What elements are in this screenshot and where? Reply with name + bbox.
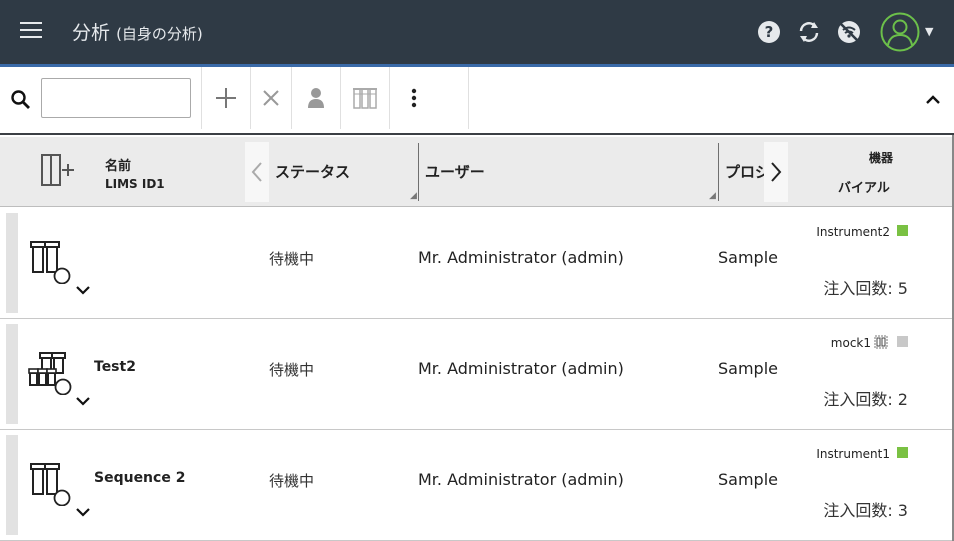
help-icon[interactable]: ? — [757, 20, 781, 44]
add-icon — [216, 88, 236, 108]
instrument-status-indicator — [897, 447, 908, 458]
col-header-process[interactable]: プロジ — [725, 161, 765, 182]
column-chooser-icon[interactable] — [40, 153, 76, 187]
page-title: 分析 (自身の分析) — [72, 18, 203, 45]
chevron-down-icon[interactable] — [75, 395, 91, 407]
row-injection-count: 注入回数: 2 — [823, 390, 908, 409]
toolbar-divider — [468, 67, 469, 129]
vial-icon — [30, 241, 71, 284]
assign-user-button[interactable] — [292, 67, 340, 129]
row-process: Sample — [718, 470, 778, 489]
avatar-caret-icon[interactable]: ▼ — [925, 25, 933, 38]
chevron-right-icon — [771, 162, 782, 182]
chevron-up-icon[interactable] — [922, 89, 944, 111]
col-header-name[interactable]: 名前 — [105, 155, 131, 174]
row-injection-count: 注入回数: 5 — [823, 279, 908, 298]
vial-icon — [30, 463, 71, 506]
page-title-main: 分析 — [72, 22, 111, 44]
table-row[interactable]: Sequence 2 待機中 Mr. Administrator (admin)… — [0, 430, 954, 541]
row-process: Sample — [718, 248, 778, 267]
more-options-button[interactable] — [390, 67, 438, 129]
more-vertical-icon — [411, 88, 417, 108]
svg-text:?: ? — [765, 23, 774, 41]
col-resize-handle[interactable]: ◢ — [709, 191, 716, 201]
close-icon — [263, 90, 279, 106]
vials-icon — [353, 88, 377, 109]
table-row[interactable]: Test2 待機中 Mr. Administrator (admin) Samp… — [0, 319, 954, 430]
row-user: Mr. Administrator (admin) — [418, 359, 624, 378]
row-drag-handle[interactable] — [6, 213, 18, 313]
row-status: 待機中 — [269, 472, 315, 490]
search-icon — [11, 90, 30, 109]
col-header-instrument[interactable]: 機器 — [869, 149, 893, 166]
chevron-down-icon[interactable] — [75, 284, 91, 296]
refresh-icon[interactable] — [797, 20, 821, 44]
row-instrument: mock1 — [830, 336, 871, 350]
row-status: 待機中 — [269, 361, 315, 379]
row-drag-handle[interactable] — [6, 324, 18, 424]
chevron-down-icon[interactable] — [75, 506, 91, 518]
col-header-vial[interactable]: バイアル — [838, 177, 890, 196]
row-name: Test2 — [94, 359, 136, 375]
vials-icon — [874, 335, 888, 349]
row-instrument: Instrument2 — [816, 225, 890, 239]
delete-button[interactable] — [251, 67, 291, 129]
page-title-sub: (自身の分析) — [116, 25, 203, 43]
col-header-status[interactable]: ステータス — [275, 161, 350, 182]
search-input[interactable] — [41, 78, 191, 118]
row-drag-handle[interactable] — [6, 435, 18, 535]
instrument-status-indicator — [897, 225, 908, 236]
table-header: 名前 LIMS ID1 ステータス ◢ ユーザー ◢ プロジ 機器 バイアル — [0, 137, 954, 207]
row-process: Sample — [718, 359, 778, 378]
row-injection-count: 注入回数: 3 — [823, 501, 908, 520]
row-user: Mr. Administrator (admin) — [418, 248, 624, 267]
scroll-right-button[interactable] — [764, 142, 788, 202]
user-avatar-icon[interactable] — [880, 12, 920, 52]
row-user: Mr. Administrator (admin) — [418, 470, 624, 489]
add-button[interactable] — [202, 67, 250, 129]
user-icon — [308, 88, 324, 108]
instrument-status-indicator — [897, 336, 908, 347]
table-row[interactable]: 待機中 Mr. Administrator (admin) Sample Ins… — [0, 208, 954, 319]
scroll-left-button[interactable] — [245, 142, 269, 202]
col-header-user[interactable]: ユーザー — [425, 161, 485, 182]
multi-vial-icon — [28, 352, 72, 395]
toolbar — [0, 67, 954, 135]
row-status: 待機中 — [269, 250, 315, 268]
col-resize-handle[interactable]: ◢ — [410, 191, 417, 201]
menu-icon[interactable] — [20, 22, 42, 40]
app-header: 分析 (自身の分析) ? ▼ — [0, 0, 954, 64]
no-connection-icon[interactable] — [837, 20, 861, 44]
vials-button[interactable] — [341, 67, 389, 129]
row-name: Sequence 2 — [94, 470, 186, 486]
row-instrument: Instrument1 — [816, 447, 890, 461]
col-header-lims[interactable]: LIMS ID1 — [105, 177, 165, 191]
col-separator — [418, 143, 419, 201]
chevron-left-icon — [251, 162, 262, 182]
col-separator — [718, 143, 719, 201]
